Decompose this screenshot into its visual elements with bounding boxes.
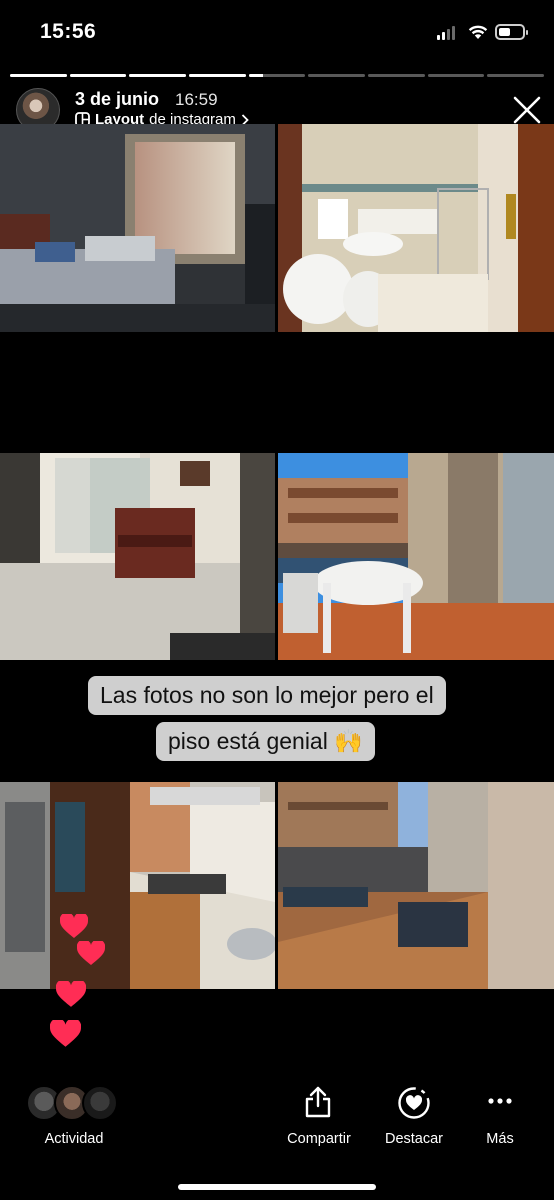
- more-label[interactable]: Más: [476, 1131, 524, 1147]
- story-time: 16:59: [175, 90, 218, 109]
- story-progress-segment: [427, 74, 485, 77]
- story-progress-segment: [69, 74, 127, 77]
- story-progress-segment: [368, 74, 425, 77]
- story-progress-segment: [308, 74, 366, 77]
- caption-line-2: piso está genial 🙌: [156, 722, 375, 761]
- photo-bedroom: [0, 124, 275, 332]
- activity-label[interactable]: Actividad: [26, 1131, 122, 1147]
- story-progress-segment: [189, 74, 246, 77]
- highlight-label[interactable]: Destacar: [374, 1131, 454, 1147]
- story-progress-segment: [129, 74, 187, 77]
- heart-reaction-icon: [50, 1020, 81, 1047]
- photo-terrace: [278, 453, 554, 660]
- story-progress-segment: [248, 74, 306, 77]
- status-time: 15:56: [40, 20, 97, 43]
- story-progress-segment: [487, 74, 545, 77]
- story-progress-bar: [10, 74, 545, 77]
- story-date: 3 de junio: [75, 89, 160, 109]
- wifi-icon: [468, 25, 488, 39]
- caption-line-1: Las fotos no son lo mejor pero el: [88, 676, 446, 715]
- photo-dining-room: [0, 453, 275, 660]
- share-label[interactable]: Compartir: [276, 1131, 362, 1147]
- activity-viewers[interactable]: [26, 1085, 126, 1121]
- heart-reaction-icon: [56, 981, 86, 1007]
- home-indicator[interactable]: [178, 1184, 376, 1190]
- photo-bathroom: [278, 124, 554, 332]
- viewer-avatar: [82, 1085, 118, 1121]
- heart-reaction-icon: [77, 941, 105, 965]
- close-icon[interactable]: [510, 93, 544, 127]
- heart-reaction-icon: [60, 914, 88, 938]
- photo-terrace-sunbeds: [278, 782, 554, 989]
- photo-kitchen: [0, 782, 275, 989]
- story-progress-segment: [10, 74, 67, 77]
- cellular-signal-icon: [437, 26, 455, 40]
- highlight-heart-icon[interactable]: [397, 1086, 431, 1120]
- more-dots-icon[interactable]: [487, 1097, 513, 1105]
- battery-icon: [495, 24, 528, 40]
- share-icon[interactable]: [304, 1086, 332, 1118]
